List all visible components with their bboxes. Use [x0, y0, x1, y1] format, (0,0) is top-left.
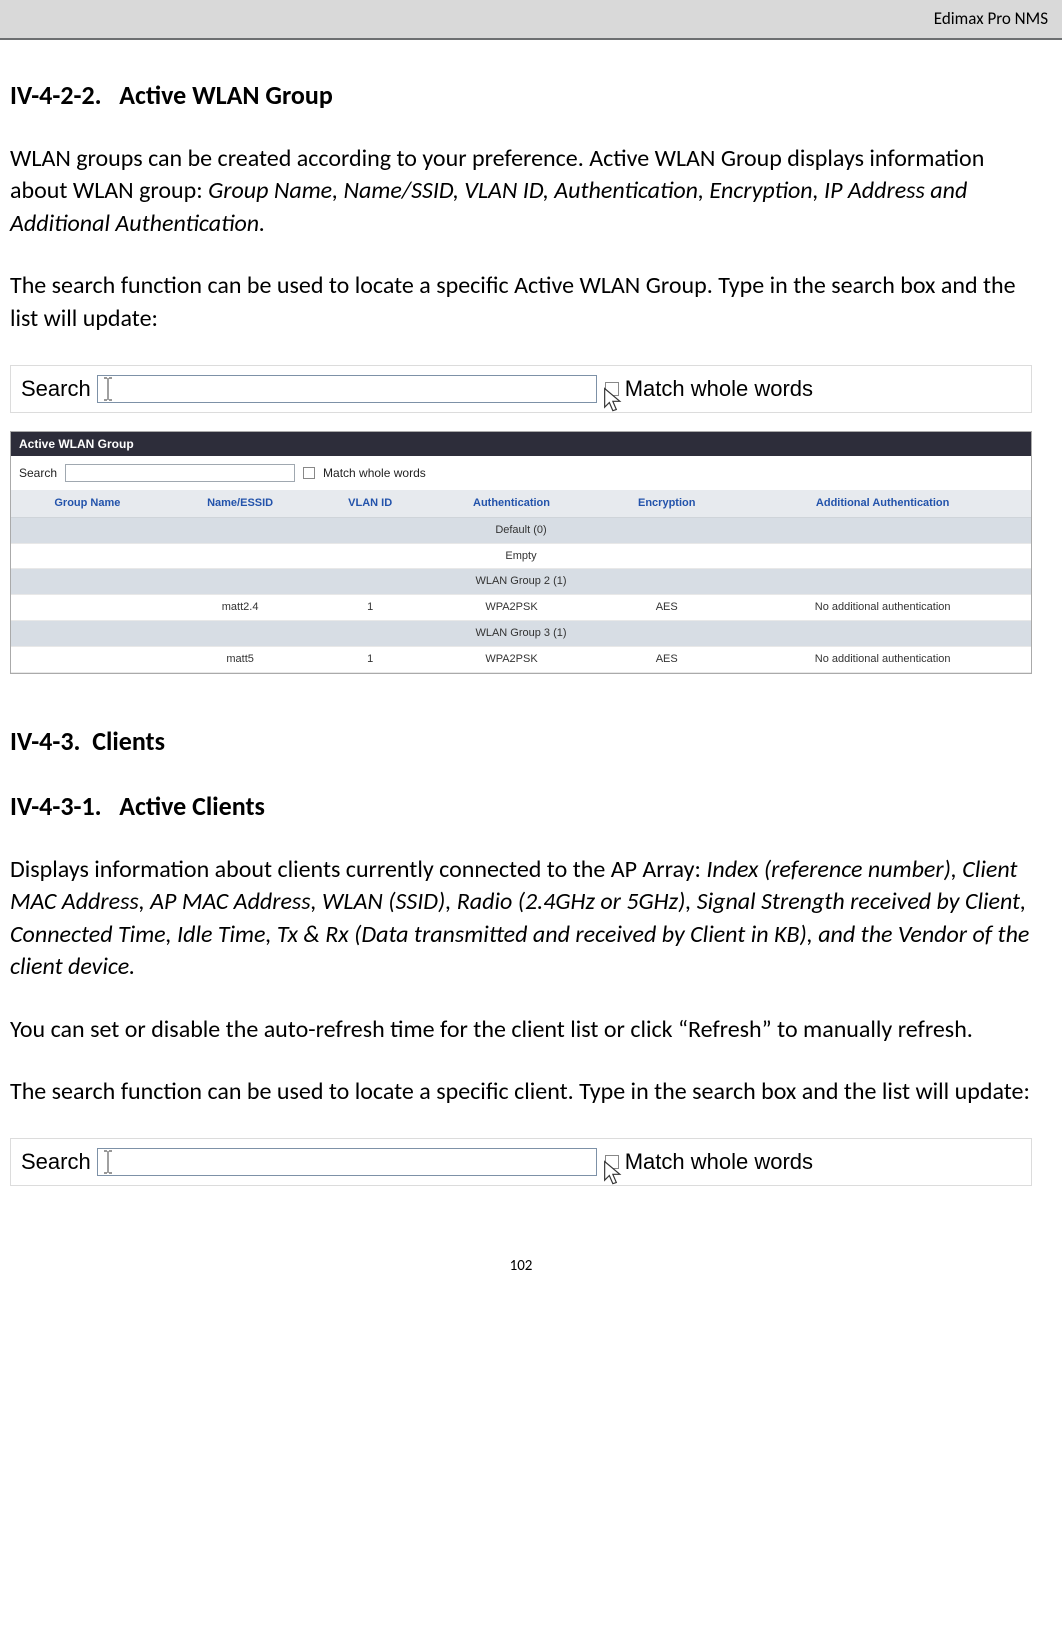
section-clients-refresh: You can set or disable the auto-refresh … — [10, 1014, 1032, 1046]
group-row: Default (0) — [11, 517, 1031, 543]
table-header-row: Group Name Name/ESSID VLAN ID Authentica… — [11, 490, 1031, 517]
col-group-name[interactable]: Group Name — [11, 490, 164, 517]
table-row: matt5 1 WPA2PSK AES No additional authen… — [11, 646, 1031, 672]
wlan-search-label: Search — [19, 465, 57, 481]
text-cursor-icon — [102, 377, 114, 401]
wlan-search-input[interactable] — [65, 464, 295, 482]
mouse-cursor-icon — [600, 1158, 628, 1186]
wlan-panel-title: Active WLAN Group — [11, 432, 1031, 456]
wlan-table: Group Name Name/ESSID VLAN ID Authentica… — [11, 490, 1031, 673]
section-clients-search-desc: The search function can be used to locat… — [10, 1076, 1032, 1108]
text-cursor-icon — [102, 1150, 114, 1174]
section-wlan-search-desc: The search function can be used to locat… — [10, 270, 1032, 335]
checkbox-icon[interactable] — [605, 382, 619, 396]
wlan-panel-search: Search Match whole words — [11, 456, 1031, 490]
wlan-match-checkbox[interactable] — [303, 467, 315, 479]
search-input[interactable] — [97, 1148, 597, 1176]
section-clients-heading: IV-4-3-1. Active Clients — [10, 789, 1032, 824]
section-clients-intro: Displays information about clients curre… — [10, 854, 1032, 984]
product-name: Edimax Pro NMS — [934, 8, 1048, 29]
group-row: WLAN Group 3 (1) — [11, 621, 1031, 647]
search-label: Search — [21, 374, 91, 404]
page-header-bar: Edimax Pro NMS — [0, 0, 1062, 40]
col-addl-auth[interactable]: Additional Authentication — [734, 490, 1031, 517]
section-clients-parent-heading: IV-4-3. Clients — [10, 724, 1032, 759]
search-input[interactable] — [97, 375, 597, 403]
search-figure-2: Search Match whole words — [10, 1138, 1032, 1186]
group-row: WLAN Group 2 (1) — [11, 569, 1031, 595]
search-figure-1: Search Match whole words — [10, 365, 1032, 413]
checkbox-icon[interactable] — [605, 1155, 619, 1169]
page-body: IV-4-2-2. Active WLAN Group WLAN groups … — [0, 40, 1062, 1306]
col-encryption[interactable]: Encryption — [599, 490, 734, 517]
col-auth[interactable]: Authentication — [424, 490, 599, 517]
search-label: Search — [21, 1147, 91, 1177]
table-row: matt2.4 1 WPA2PSK AES No additional auth… — [11, 595, 1031, 621]
match-whole-words[interactable]: Match whole words — [605, 374, 813, 404]
col-vlan-id[interactable]: VLAN ID — [317, 490, 424, 517]
page-number: 102 — [10, 1256, 1032, 1276]
section-wlan-intro: WLAN groups can be created according to … — [10, 143, 1032, 240]
col-name-essid[interactable]: Name/ESSID — [164, 490, 317, 517]
table-row: Empty — [11, 543, 1031, 569]
mouse-cursor-icon — [600, 385, 628, 413]
wlan-match-label: Match whole words — [323, 465, 426, 481]
match-whole-words[interactable]: Match whole words — [605, 1147, 813, 1177]
wlan-group-panel: Active WLAN Group Search Match whole wor… — [10, 431, 1032, 674]
section-wlan-heading: IV-4-2-2. Active WLAN Group — [10, 78, 1032, 113]
